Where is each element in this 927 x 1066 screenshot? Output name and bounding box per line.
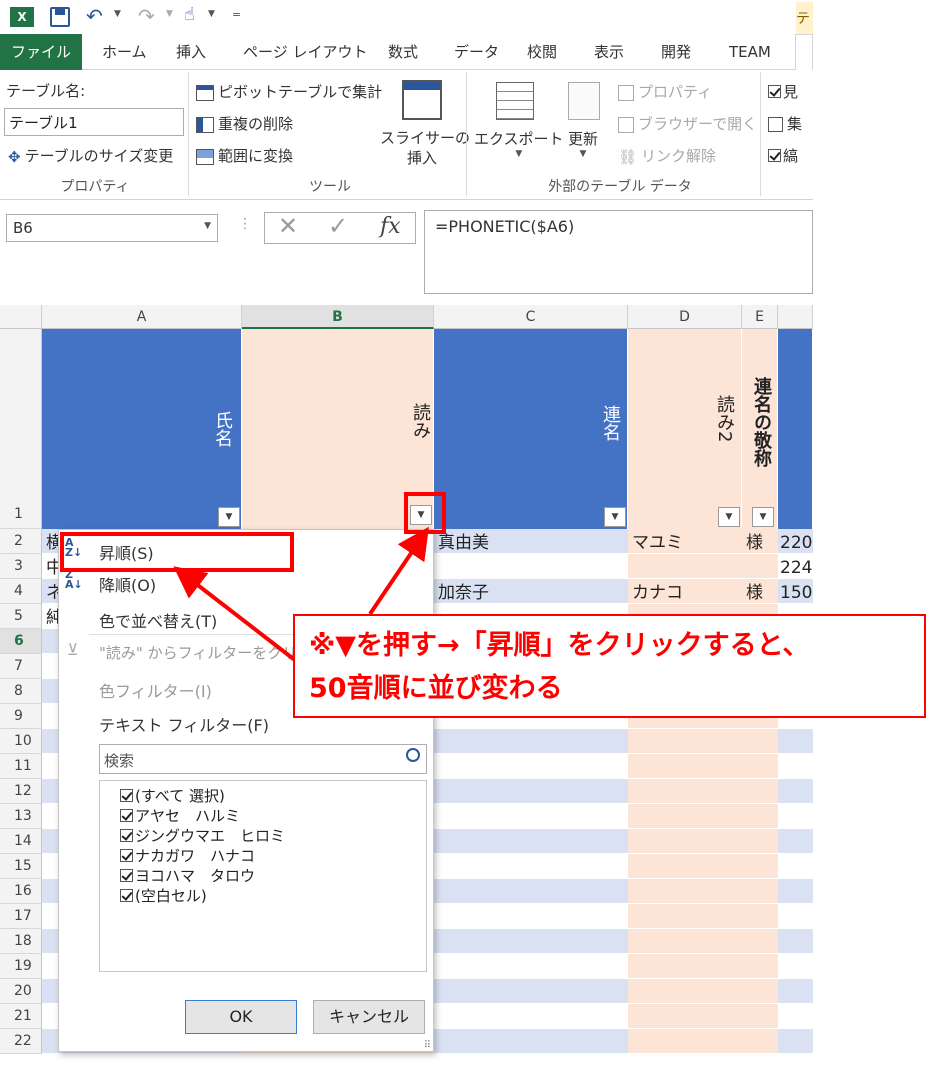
annotation-line-2: 50音順に並び変わる (309, 673, 563, 704)
arrow-to-filter-button (368, 526, 429, 616)
annotation-arrows (173, 526, 429, 666)
annotation-line-1: ※▼を押す→「昇順」をクリックすると、 (309, 630, 810, 661)
annotation-callout: ※▼を押す→「昇順」をクリックすると、 50音順に並び変わる (293, 614, 926, 718)
excel-window: X ↶ ▼ ↷ ▼ ☝ ▼ = テ ファイル ホーム 挿入 ページ レイアウト … (0, 0, 927, 1066)
arrow-to-sort-ascending (173, 566, 302, 666)
